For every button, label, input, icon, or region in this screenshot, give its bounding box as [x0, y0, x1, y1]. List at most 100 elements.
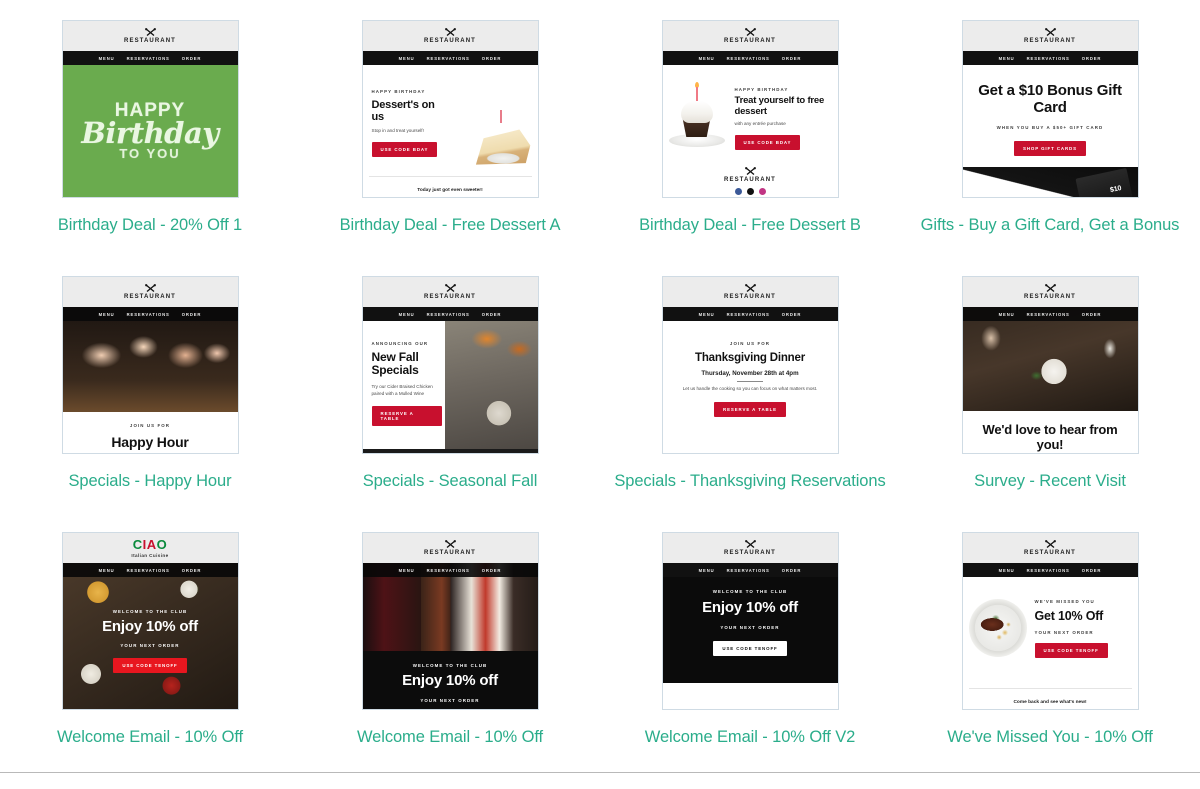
- facebook-icon[interactable]: [734, 188, 742, 195]
- fork-knife-logo-icon: [744, 27, 757, 37]
- page-divider: [0, 772, 1200, 773]
- template-caption[interactable]: Survey - Recent Visit: [974, 473, 1126, 490]
- nav-item-order: ORDER: [781, 55, 802, 61]
- template-thumbnail[interactable]: RESTAURANT MENU RESERVATIONS ORDER WE'VE…: [961, 532, 1139, 710]
- social-icons[interactable]: [663, 188, 838, 195]
- email-cta-button[interactable]: USE CODE BDAY: [734, 135, 801, 151]
- template-thumbnail[interactable]: RESTAURANT MENU RESERVATIONS ORDER JOIN …: [61, 276, 239, 454]
- template-thumbnail[interactable]: RESTAURANT MENU RESERVATIONS ORDER JOIN …: [661, 276, 839, 454]
- nav-item-menu: MENU: [98, 567, 115, 573]
- brand-logo-text: RESTAURANT: [424, 38, 476, 44]
- steak-plate-photo: [968, 599, 1027, 657]
- email-headline: Dessert's on us: [371, 99, 435, 124]
- email-cta-button[interactable]: USE CODE BDAY: [371, 141, 438, 157]
- email-body: HAPPY BIRTHDAY Dessert's on us Stop in a…: [362, 65, 538, 197]
- candle-icon: [499, 110, 502, 123]
- template-card-survey-recent-visit[interactable]: RESTAURANT MENU RESERVATIONS ORDER We'd …: [900, 276, 1200, 532]
- template-card-gifts-buy-a-gift-card-get-a-bonus[interactable]: RESTAURANT MENU RESERVATIONS ORDER Get a…: [900, 20, 1200, 276]
- email-footer-note: Today just got even sweeter!: [417, 188, 483, 193]
- footer-brand-logo-text: RESTAURANT: [724, 177, 776, 183]
- email-header: CIAO Italian Cuisine: [62, 533, 238, 563]
- template-thumbnail[interactable]: RESTAURANT MENU RESERVATIONS ORDER HAPPY…: [361, 20, 539, 198]
- cupcake-photo: [668, 82, 725, 149]
- email-nav: MENU RESERVATIONS ORDER: [62, 51, 238, 65]
- fork-knife-logo-icon: [1044, 283, 1057, 293]
- ciao-logo-part2: IA: [142, 537, 157, 552]
- template-card-birthday-deal-free-dessert-b[interactable]: RESTAURANT MENU RESERVATIONS ORDER HAPPY…: [600, 20, 900, 276]
- email-cta-button[interactable]: USE CODE TENOFF: [113, 657, 187, 673]
- template-caption[interactable]: We've Missed You - 10% Off: [947, 729, 1152, 746]
- template-card-birthday-deal-free-dessert-a[interactable]: RESTAURANT MENU RESERVATIONS ORDER HAPPY…: [300, 20, 600, 276]
- template-caption[interactable]: Specials - Happy Hour: [69, 473, 232, 490]
- template-thumbnail[interactable]: RESTAURANT MENU RESERVATIONS ORDER We'd …: [961, 276, 1139, 454]
- email-nav: MENU RESERVATIONS ORDER: [362, 563, 538, 577]
- fork-knife-logo-icon: [1044, 27, 1057, 37]
- template-card-welcome-email-10-off-v2[interactable]: RESTAURANT MENU RESERVATIONS ORDER WELCO…: [600, 532, 900, 788]
- x-twitter-icon[interactable]: [746, 188, 754, 195]
- gallery-row: CIAO Italian Cuisine MENU RESERVATIONS O…: [0, 532, 1200, 788]
- template-thumbnail[interactable]: RESTAURANT MENU RESERVATIONS ORDER ANNOU…: [361, 276, 539, 454]
- brand-logo-text: RESTAURANT: [724, 38, 776, 44]
- email-subcopy: Stop in and treat yourself!: [371, 127, 424, 133]
- nav-item-reservations: RESERVATIONS: [126, 311, 170, 317]
- email-headline: Get a $10 Bonus Gift Card: [978, 82, 1122, 116]
- email-header: RESTAURANT: [362, 277, 538, 307]
- divider: [737, 380, 763, 383]
- email-header: RESTAURANT: [962, 21, 1138, 51]
- template-card-birthday-deal-20-off-1[interactable]: RESTAURANT MENU RESERVATIONS ORDER HAPPY…: [0, 20, 300, 276]
- email-headline: New Fall Specials: [371, 350, 419, 378]
- template-caption[interactable]: Welcome Email - 10% Off: [357, 729, 543, 746]
- template-caption[interactable]: Gifts - Buy a Gift Card, Get a Bonus: [921, 217, 1180, 234]
- email-cta-button[interactable]: RESERVE A TABLE: [714, 402, 786, 418]
- nav-item-menu: MENU: [698, 311, 715, 317]
- template-thumbnail[interactable]: RESTAURANT MENU RESERVATIONS ORDER HAPPY…: [661, 20, 839, 198]
- template-thumbnail[interactable]: RESTAURANT MENU RESERVATIONS ORDER HAPPY…: [61, 20, 239, 198]
- email-kicker: WE'VE MISSED YOU: [1034, 599, 1095, 604]
- template-thumbnail[interactable]: RESTAURANT MENU RESERVATIONS ORDER WELCO…: [661, 532, 839, 710]
- email-nav: MENU RESERVATIONS ORDER: [662, 307, 838, 321]
- template-card-specials-seasonal-fall[interactable]: RESTAURANT MENU RESERVATIONS ORDER ANNOU…: [300, 276, 600, 532]
- template-caption[interactable]: Specials - Thanksgiving Reservations: [614, 473, 885, 490]
- template-caption[interactable]: Specials - Seasonal Fall: [363, 473, 538, 490]
- template-card-weve-missed-you-10-off[interactable]: RESTAURANT MENU RESERVATIONS ORDER WE'VE…: [900, 532, 1200, 788]
- email-cta-button[interactable]: USE CODE TENOFF: [713, 640, 787, 656]
- template-caption[interactable]: Birthday Deal - 20% Off 1: [58, 217, 242, 234]
- nav-item-reservations: RESERVATIONS: [726, 55, 770, 61]
- email-nav: MENU RESERVATIONS ORDER: [62, 307, 238, 321]
- email-nav: MENU RESERVATIONS ORDER: [62, 563, 238, 577]
- template-thumbnail[interactable]: RESTAURANT MENU RESERVATIONS ORDER WELCO…: [361, 532, 539, 710]
- email-cta-button[interactable]: USE CODE TENOFF: [1034, 643, 1108, 658]
- nav-item-order: ORDER: [781, 311, 802, 317]
- template-thumbnail[interactable]: CIAO Italian Cuisine MENU RESERVATIONS O…: [61, 532, 239, 710]
- nav-item-reservations: RESERVATIONS: [1026, 567, 1070, 573]
- nav-item-order: ORDER: [181, 311, 202, 317]
- email-cta-button[interactable]: SHOP GIFT CARDS: [1014, 140, 1086, 156]
- divider: [368, 176, 532, 177]
- template-thumbnail[interactable]: RESTAURANT MENU RESERVATIONS ORDER Get a…: [961, 20, 1139, 198]
- fork-knife-logo-icon: [744, 539, 757, 549]
- template-card-welcome-email-10-off-b[interactable]: RESTAURANT MENU RESERVATIONS ORDER WELCO…: [300, 532, 600, 788]
- template-gallery: RESTAURANT MENU RESERVATIONS ORDER HAPPY…: [0, 0, 1200, 781]
- email-body: JOIN US FOR Thanksgiving Dinner Thursday…: [662, 321, 838, 453]
- template-card-welcome-email-10-off[interactable]: CIAO Italian Cuisine MENU RESERVATIONS O…: [0, 532, 300, 788]
- nav-item-menu: MENU: [98, 311, 115, 317]
- email-headline: Thanksgiving Dinner: [695, 352, 805, 364]
- instagram-icon[interactable]: [758, 188, 766, 195]
- template-card-specials-happy-hour[interactable]: RESTAURANT MENU RESERVATIONS ORDER JOIN …: [0, 276, 300, 532]
- email-nav: MENU RESERVATIONS ORDER: [962, 51, 1138, 65]
- nav-item-menu: MENU: [98, 55, 115, 61]
- email-subcopy: Try our Cider Braised Chicken paired wit…: [371, 383, 433, 396]
- template-card-specials-thanksgiving-reservations[interactable]: RESTAURANT MENU RESERVATIONS ORDER JOIN …: [600, 276, 900, 532]
- template-caption[interactable]: Birthday Deal - Free Dessert B: [639, 217, 861, 234]
- template-caption[interactable]: Welcome Email - 10% Off: [57, 729, 243, 746]
- brand-logo-text: RESTAURANT: [724, 294, 776, 300]
- email-header: RESTAURANT: [662, 21, 838, 51]
- nav-item-order: ORDER: [1081, 55, 1102, 61]
- template-caption[interactable]: Birthday Deal - Free Dessert A: [340, 217, 561, 234]
- template-caption[interactable]: Welcome Email - 10% Off V2: [645, 729, 856, 746]
- art-line-toyou: TO YOU: [119, 145, 181, 161]
- email-subhead: Thursday, November 28th at 4pm: [701, 369, 799, 377]
- email-body: MENU RESERVATIONS ORDER We'd love to hea…: [962, 307, 1138, 453]
- email-kicker: HAPPY BIRTHDAY: [371, 89, 426, 94]
- email-cta-button[interactable]: RESERVE A TABLE: [371, 405, 442, 426]
